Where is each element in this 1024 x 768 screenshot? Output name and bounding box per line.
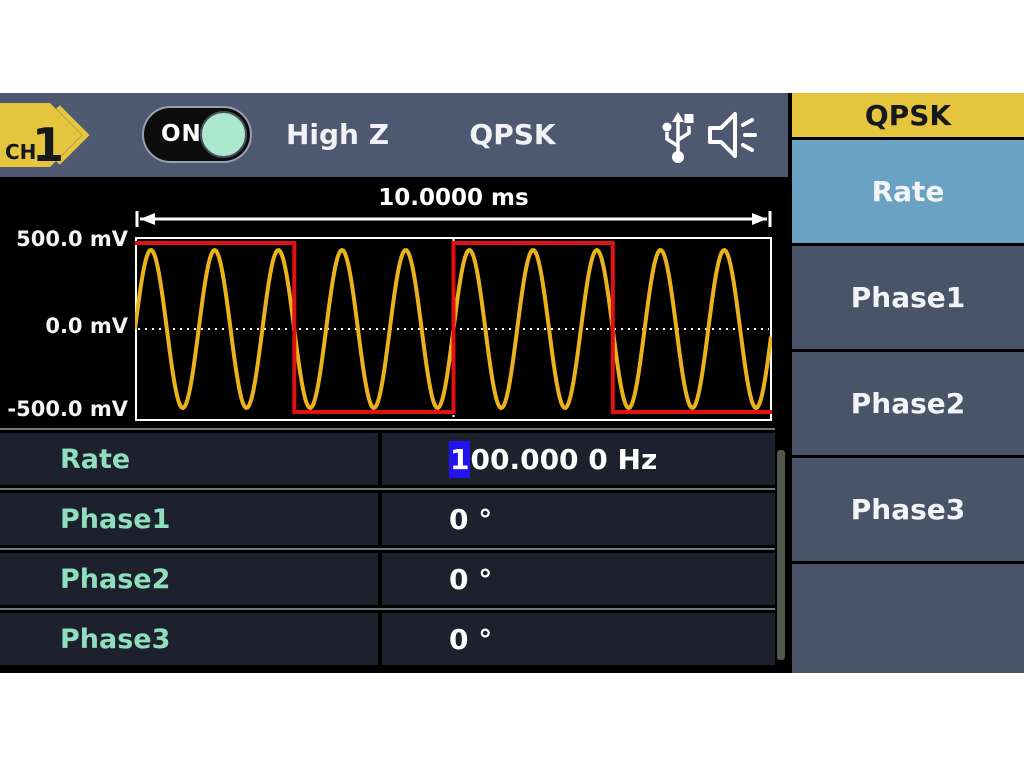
- param-label: Rate: [0, 433, 382, 485]
- param-table: Rate 100.000 0 Hz Phase1 0 ° Phase2 0 ° …: [0, 425, 775, 665]
- channel-badge[interactable]: CH 1: [0, 102, 110, 168]
- param-value: 100.000 0 Hz: [382, 433, 775, 485]
- page: CH 1 ON High Z QPSK: [0, 0, 1024, 768]
- topbar: CH 1 ON High Z QPSK: [0, 93, 788, 177]
- table-separator: [0, 608, 775, 610]
- table-scrollbar[interactable]: [777, 450, 785, 660]
- param-row-phase1[interactable]: Phase1 0 °: [0, 493, 775, 545]
- toggle-knob[interactable]: [200, 111, 247, 158]
- usb-icon: [658, 106, 698, 164]
- table-separator: [0, 488, 775, 490]
- waveform-plot: [135, 237, 772, 421]
- value-rest: 00.000 0 Hz: [470, 443, 657, 476]
- mode-label: QPSK: [445, 93, 580, 177]
- y-axis-label-top: 500.0 mV: [0, 227, 128, 251]
- sidebar-item-rate[interactable]: Rate: [792, 140, 1024, 243]
- channel-number: 1: [32, 118, 64, 168]
- param-label: Phase2: [0, 553, 382, 605]
- param-row-phase3[interactable]: Phase3 0 °: [0, 613, 775, 665]
- param-value: 0 °: [382, 553, 775, 605]
- table-separator: [0, 428, 775, 430]
- time-span-label: 10.0000 ms: [135, 185, 772, 211]
- param-label: Phase1: [0, 493, 382, 545]
- sidebar-item-phase2[interactable]: Phase2: [792, 352, 1024, 455]
- param-row-rate[interactable]: Rate 100.000 0 Hz: [0, 433, 775, 485]
- table-separator: [0, 548, 775, 550]
- speaker-icon: [706, 109, 766, 161]
- impedance-label: High Z: [270, 93, 405, 177]
- sidebar-item-phase1[interactable]: Phase1: [792, 246, 1024, 349]
- sidebar-title: QPSK: [792, 93, 1024, 137]
- y-axis-label-bottom: -500.0 mV: [0, 397, 128, 421]
- param-value: 0 °: [382, 613, 775, 665]
- param-value: 0 °: [382, 493, 775, 545]
- param-row-phase2[interactable]: Phase2 0 °: [0, 553, 775, 605]
- device-screen: CH 1 ON High Z QPSK: [0, 93, 1024, 673]
- param-label: Phase3: [0, 613, 382, 665]
- time-span-arrow: [135, 210, 772, 228]
- y-axis-label-mid: 0.0 mV: [0, 314, 128, 338]
- toggle-on-label: ON: [161, 108, 202, 161]
- value-cursor: 1: [449, 441, 470, 478]
- sidebar: QPSK Rate Phase1 Phase2 Phase3: [792, 93, 1024, 673]
- sidebar-item-phase3[interactable]: Phase3: [792, 458, 1024, 561]
- sidebar-filler: [792, 564, 1024, 673]
- output-on-toggle[interactable]: ON: [142, 106, 252, 163]
